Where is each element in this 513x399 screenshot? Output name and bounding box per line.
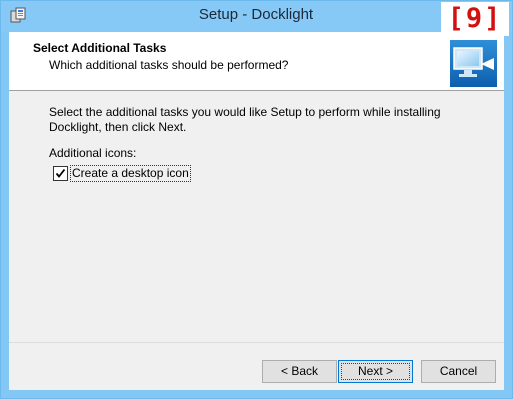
next-button[interactable]: Next > xyxy=(338,360,413,383)
desktop-icon-checkbox[interactable] xyxy=(53,166,68,181)
desktop-icon-label[interactable]: Create a desktop icon xyxy=(70,165,191,182)
setup-app-icon[interactable] xyxy=(9,7,27,25)
next-button-focus-ring xyxy=(341,363,410,380)
page-title: Select Additional Tasks xyxy=(33,41,167,55)
wizard-panel: Select Additional Tasks Which additional… xyxy=(9,32,504,390)
wizard-header: Select Additional Tasks Which additional… xyxy=(9,32,504,91)
monitor-arrow-icon xyxy=(450,40,497,87)
footer-divider xyxy=(9,342,504,343)
checkmark-icon xyxy=(55,168,66,178)
corner-logo: [9] xyxy=(441,2,509,36)
title-bar[interactable]: Setup - Docklight [9] xyxy=(1,1,512,36)
task-description: Select the additional tasks you would li… xyxy=(49,105,441,134)
page-subtitle: Which additional tasks should be perform… xyxy=(49,58,289,72)
window-title: Setup - Docklight xyxy=(198,6,314,23)
corner-logo-text: [9] xyxy=(447,3,503,34)
back-button[interactable]: < Back xyxy=(262,360,337,383)
additional-icons-label: Additional icons: xyxy=(49,146,137,160)
cancel-button[interactable]: Cancel xyxy=(421,360,496,383)
setup-window: Setup - Docklight [9] Select Additional … xyxy=(0,0,513,399)
